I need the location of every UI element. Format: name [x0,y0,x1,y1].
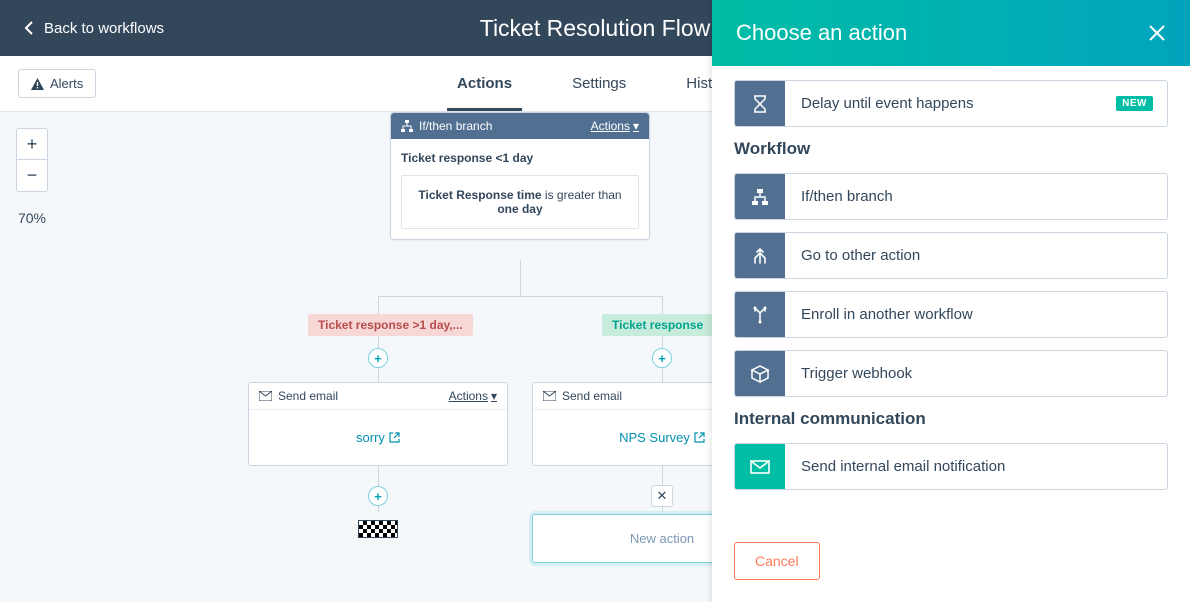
alerts-label: Alerts [50,76,83,91]
connector [520,260,521,296]
action-enroll-workflow[interactable]: Enroll in another workflow [734,291,1168,338]
panel-body: Delay until event happens NEW Workflow I… [712,66,1190,526]
zoom-level: 70% [18,210,46,226]
hourglass-icon [735,81,785,126]
alerts-button[interactable]: Alerts [18,69,96,98]
email-node-header: Send email Actions ▾ [249,383,507,410]
email-node-type: Send email [562,389,622,403]
branch-label-right[interactable]: Ticket response [602,314,713,336]
cancel-button[interactable]: Cancel [734,542,820,580]
branch-rule: Ticket Response time is greater than one… [401,175,639,229]
action-label: Send internal email notification [785,444,1167,489]
cube-icon [735,351,785,396]
add-action-button[interactable]: + [368,486,388,506]
zoom-controls: + − 70% [16,128,48,226]
remove-placeholder-button[interactable]: ✕ [651,485,673,507]
zoom-in-button[interactable]: + [16,128,48,160]
add-action-button[interactable]: + [652,348,672,368]
connector [378,296,379,382]
send-email-node-left[interactable]: Send email Actions ▾ sorry [248,382,508,466]
back-label: Back to workflows [44,20,164,37]
external-link-icon [389,432,400,443]
chevron-left-icon [24,21,34,35]
branch-actions-dropdown[interactable]: Actions ▾ [591,119,639,133]
tabs: Actions Settings History [457,56,733,111]
ifthen-branch-node[interactable]: If/then branch Actions ▾ Ticket response… [390,112,650,240]
back-link[interactable]: Back to workflows [24,20,164,37]
email-template-link[interactable]: sorry [356,430,400,445]
sitemap-icon [735,174,785,219]
section-internal-heading: Internal communication [734,409,1168,429]
page-title: Ticket Resolution Flow [480,15,711,42]
alert-icon [31,78,44,90]
caret-down-icon: ▾ [633,119,639,133]
caret-down-icon: ▾ [491,389,497,403]
action-label: Delay until event happens [785,81,1116,126]
action-delay-until-event[interactable]: Delay until event happens NEW [734,80,1168,127]
action-label: Enroll in another workflow [785,292,1167,337]
sitemap-icon [401,120,413,132]
action-ifthen-branch[interactable]: If/then branch [734,173,1168,220]
action-label: Trigger webhook [785,351,1167,396]
action-label: If/then branch [785,174,1167,219]
email-template-link[interactable]: NPS Survey [619,430,705,445]
email-node-type: Send email [278,389,338,403]
connector [662,296,663,382]
add-action-button[interactable]: + [368,348,388,368]
action-label: Go to other action [785,233,1167,278]
merge-icon [735,233,785,278]
choose-action-panel: Choose an action Delay until event happe… [712,0,1190,602]
envelope-icon [735,444,785,489]
close-icon[interactable] [1148,24,1166,42]
connector [378,296,662,297]
tab-actions[interactable]: Actions [457,56,512,111]
split-icon [735,292,785,337]
branch-body: Ticket response <1 day Ticket Response t… [391,139,649,239]
branch-type-label: If/then branch [419,119,492,133]
panel-title: Choose an action [736,20,907,46]
section-workflow-heading: Workflow [734,139,1168,159]
branch-label-left[interactable]: Ticket response >1 day,... [308,314,473,336]
branch-node-header: If/then branch Actions ▾ [391,113,649,139]
panel-footer: Cancel [712,526,1190,602]
action-trigger-webhook[interactable]: Trigger webhook [734,350,1168,397]
end-flag-icon [358,520,398,538]
email-node-body: sorry [249,410,507,465]
zoom-out-button[interactable]: − [16,160,48,192]
external-link-icon [694,432,705,443]
panel-header: Choose an action [712,0,1190,66]
tab-settings[interactable]: Settings [572,56,626,111]
branch-subtitle: Ticket response <1 day [401,151,639,165]
action-goto-other[interactable]: Go to other action [734,232,1168,279]
new-badge: NEW [1116,96,1153,111]
envelope-icon [259,391,272,401]
email-actions-dropdown[interactable]: Actions ▾ [449,389,497,403]
envelope-icon [543,391,556,401]
action-internal-email[interactable]: Send internal email notification [734,443,1168,490]
